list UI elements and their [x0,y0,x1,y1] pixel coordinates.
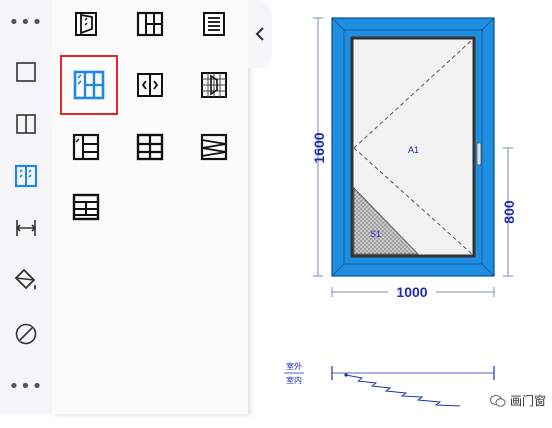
split-pane-icon [16,114,36,134]
height-label: 1600 [311,132,327,163]
left-toolbar: ••• ••• [0,0,53,414]
tile-grid-sash[interactable] [122,0,178,52]
dimension-icon [15,220,37,236]
sash-window-icon [14,164,38,188]
tile-hinged-sash[interactable] [58,0,114,52]
tile-louver[interactable] [186,0,242,52]
tile-cross-bar[interactable] [58,179,114,235]
sliding-arrows-icon [137,73,163,97]
more-dots-icon: ••• [8,375,44,397]
tile-mixed-sash[interactable] [58,119,114,175]
section-zigzag [345,374,461,407]
paint-button[interactable] [6,260,46,300]
tile-sliding[interactable] [122,57,178,113]
outside-label: 室外 [286,361,302,371]
cross-bar-icon [72,193,100,221]
sash-palette [52,0,249,414]
handle [476,142,482,166]
sash-window-button[interactable] [6,156,46,196]
tile-mesh-grid[interactable] [186,57,242,113]
diagonal-circle-icon [15,323,37,345]
watermark-text: 画门窗 [509,394,546,408]
watermark: 画门窗 [489,392,546,409]
window-drawing: A1 S1 1600 800 1000 室外 室内 [284,17,517,407]
louver-icon [203,12,225,36]
split-pane-button[interactable] [6,104,46,144]
more-top-button[interactable]: ••• [6,2,46,42]
more-dots-icon: ••• [8,11,44,33]
single-pane-button[interactable] [6,52,46,92]
chevron-left-icon [255,27,264,41]
diagonal-button[interactable] [6,314,46,354]
grid-sash-icon [136,11,164,37]
hinged-sash-icon [75,12,97,36]
paint-bucket-icon [14,268,36,290]
mesh-grid-icon [201,72,227,98]
single-pane-icon [16,62,36,82]
wechat-icon [489,394,506,407]
more-bottom-button[interactable]: ••• [6,366,46,406]
zigzag-mesh-icon [200,133,228,161]
glass-label: S1 [370,229,381,239]
tile-double-sash[interactable] [60,55,118,115]
inside-label: 室内 [286,375,302,385]
tile-zigzag[interactable] [186,119,242,175]
tile-cross-grid[interactable] [122,119,178,175]
collapse-panel-button[interactable] [248,0,272,68]
lower-label: 800 [501,200,517,224]
sash-label: A1 [408,145,419,155]
double-sash-icon [73,70,105,100]
width-label: 1000 [396,284,427,300]
dimension-button[interactable] [6,208,46,248]
mixed-sash-icon [72,133,100,161]
drawing-canvas[interactable]: A1 S1 1600 800 1000 室外 室内 [272,0,552,423]
cross-grid-icon [136,133,164,161]
